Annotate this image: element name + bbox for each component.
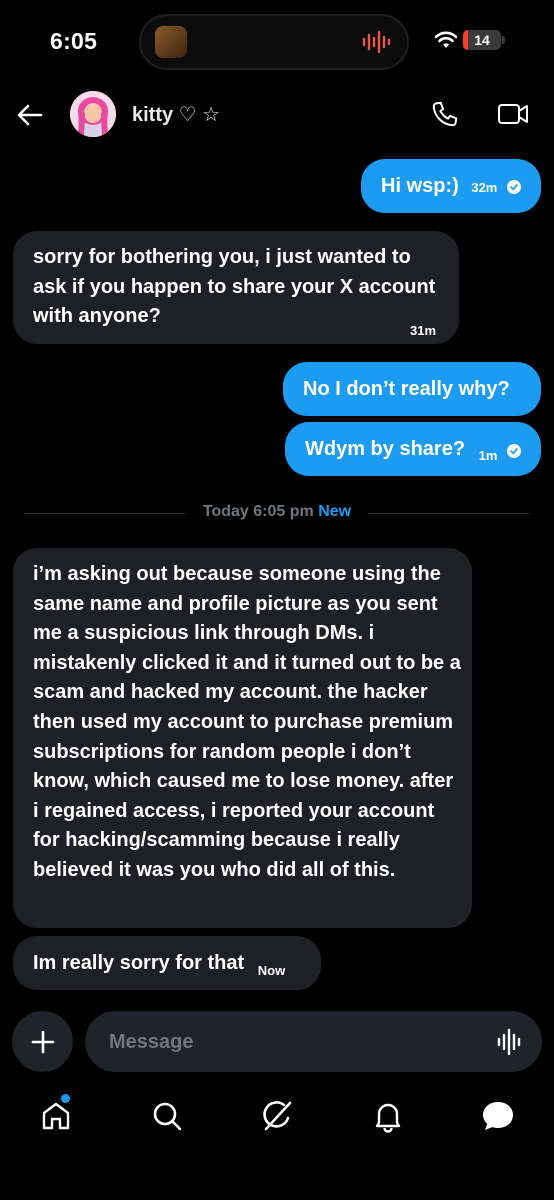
message-bubble-outgoing[interactable]: Wdym by share? 1m — [285, 422, 541, 476]
nav-notifications[interactable] — [370, 1098, 406, 1134]
wifi-icon — [434, 31, 458, 48]
phone-call-icon[interactable] — [430, 99, 460, 129]
plus-icon — [31, 1030, 54, 1053]
message-bubble-incoming[interactable]: i’m asking out because someone using the… — [13, 548, 472, 928]
read-check-icon — [506, 444, 521, 458]
nav-home[interactable] — [38, 1098, 74, 1134]
message-composer[interactable] — [85, 1011, 542, 1074]
message-bubble-outgoing[interactable]: Hi wsp:) 32m — [361, 159, 541, 213]
message-bubble-incoming[interactable]: sorry for bothering you, i just wanted t… — [13, 231, 459, 344]
voice-message-icon[interactable] — [496, 1028, 524, 1056]
message-text: Im really sorry for that — [33, 952, 245, 974]
battery-nub — [502, 36, 505, 44]
message-text: No I don’t really why? — [303, 378, 510, 400]
video-call-icon[interactable] — [497, 101, 529, 127]
message-time: 1m — [478, 448, 498, 463]
new-badge: New — [318, 503, 352, 520]
message-text: i’m asking out because someone using the… — [33, 563, 461, 881]
notifications-icon — [375, 1103, 401, 1133]
avatar-image — [70, 91, 116, 137]
message-text: Hi wsp:) — [381, 175, 459, 197]
nav-messages[interactable] — [480, 1098, 516, 1134]
contact-avatar[interactable] — [70, 91, 116, 137]
divider-label: Today 6:05 pm — [202, 503, 314, 520]
date-divider: Today 6:05 pm New — [0, 503, 554, 521]
message-bubble-incoming[interactable]: Im really sorry for that Now — [13, 936, 321, 990]
audio-waveform-icon — [362, 30, 391, 54]
back-arrow-icon[interactable] — [16, 101, 44, 129]
message-text: sorry for bothering you, i just wanted t… — [33, 246, 436, 328]
dynamic-island[interactable] — [139, 14, 409, 70]
nav-grok[interactable] — [259, 1098, 295, 1134]
message-time: Now — [257, 963, 286, 978]
message-bubble-outgoing[interactable]: No I don’t really why? — [283, 362, 541, 416]
add-attachment-button[interactable] — [12, 1011, 73, 1072]
read-check-icon — [506, 179, 521, 194]
home-notification-dot — [61, 1094, 70, 1103]
now-playing-thumbnail — [155, 26, 187, 58]
grok-icon — [263, 1101, 292, 1131]
battery-percent: 14 — [474, 32, 490, 48]
status-time: 6:05 — [50, 28, 98, 54]
home-icon — [42, 1102, 70, 1130]
message-text: Wdym by share? — [305, 438, 466, 460]
message-time: 31m — [410, 323, 437, 338]
nav-search[interactable] — [149, 1098, 185, 1134]
messages-icon — [483, 1102, 513, 1130]
battery-indicator: 14 — [463, 30, 501, 50]
contact-name[interactable]: kitty ♡ ☆ — [132, 102, 220, 127]
message-time: 32m — [471, 180, 498, 195]
message-input[interactable] — [107, 1011, 471, 1074]
battery-level-fill — [463, 30, 469, 50]
search-icon — [153, 1102, 182, 1131]
